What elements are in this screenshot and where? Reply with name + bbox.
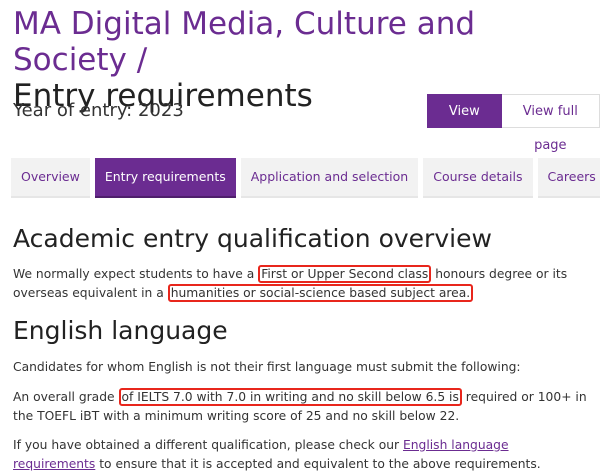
tab-course-details[interactable]: Course details	[423, 158, 533, 198]
academic-heading: Academic entry qualification overview	[13, 224, 492, 253]
tab-application-and-selection[interactable]: Application and selection	[240, 158, 419, 198]
view-toggle: View tabs View full page	[427, 94, 600, 153]
tab-bar: Overview Entry requirements Application …	[11, 158, 600, 198]
english-overall-a: An overall grade	[13, 390, 119, 404]
tab-careers[interactable]: Careers	[537, 158, 600, 198]
tab-entry-requirements[interactable]: Entry requirements	[94, 158, 236, 198]
english-other-paragraph: If you have obtained a different qualifi…	[13, 436, 588, 474]
year-of-entry: Year of entry: 2023	[13, 100, 184, 121]
english-intro: Candidates for whom English is not their…	[13, 360, 521, 374]
academic-text-a: We normally expect students to have a	[13, 267, 259, 281]
view-full-page-button[interactable]: View full page	[501, 94, 600, 153]
highlight-ielts: of IELTS 7.0 with 7.0 in writing and no …	[118, 388, 462, 406]
english-other-a: If you have obtained a different qualifi…	[13, 438, 403, 452]
english-other-b: to ensure that it is accepted and equiva…	[95, 457, 541, 471]
view-tabs-button[interactable]: View tabs	[427, 94, 502, 153]
tab-overview[interactable]: Overview	[11, 158, 90, 198]
highlight-degree-class: First or Upper Second class	[258, 265, 432, 283]
english-overall-paragraph: An overall grade of IELTS 7.0 with 7.0 i…	[13, 388, 588, 426]
program-title: MA Digital Media, Culture and Society /	[13, 6, 476, 78]
english-heading: English language	[13, 316, 228, 345]
academic-paragraph: We normally expect students to have a Fi…	[13, 265, 588, 303]
highlight-subject-area: humanities or social-science based subje…	[167, 284, 474, 302]
